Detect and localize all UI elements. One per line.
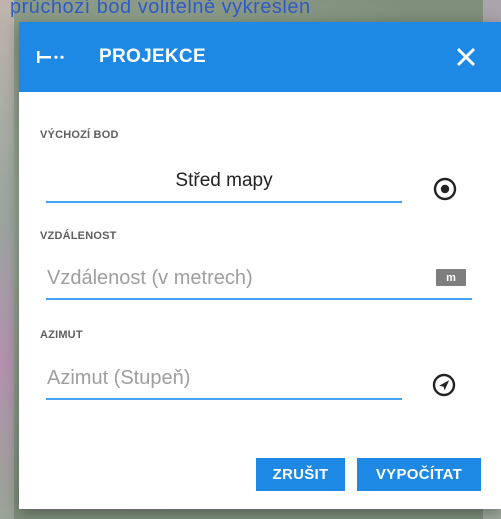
start-point-label: VÝCHOZÍ BOD bbox=[40, 129, 119, 141]
cancel-button[interactable]: ZRUŠIT bbox=[256, 458, 345, 491]
distance-placeholder: Vzdálenost (v metrech) bbox=[47, 266, 253, 289]
target-icon[interactable] bbox=[432, 176, 458, 202]
azimuth-input[interactable]: Azimut (Stupeň) bbox=[46, 358, 402, 400]
map-label: průchozí bod volitelně vykreslen bbox=[10, 0, 311, 18]
navigation-icon[interactable] bbox=[431, 372, 457, 398]
unit-badge: m bbox=[436, 269, 466, 286]
calculate-button[interactable]: VYPOČÍTAT bbox=[357, 458, 481, 491]
projection-dialog: PROJEKCE VÝCHOZÍ BOD Střed mapy VZDÁLENO… bbox=[19, 22, 501, 509]
azimuth-placeholder: Azimut (Stupeň) bbox=[47, 366, 191, 389]
dialog-title: PROJEKCE bbox=[99, 46, 206, 67]
map-edge-left bbox=[0, 0, 14, 519]
start-point-value: Střed mapy bbox=[175, 170, 273, 191]
azimuth-label: AZIMUT bbox=[40, 329, 83, 341]
distance-label: VZDÁLENOST bbox=[40, 230, 117, 242]
start-point-field[interactable]: Střed mapy bbox=[46, 161, 402, 203]
projection-icon bbox=[37, 49, 65, 65]
close-icon[interactable] bbox=[453, 44, 479, 70]
distance-input[interactable]: Vzdálenost (v metrech) bbox=[46, 258, 472, 300]
dialog-header: PROJEKCE bbox=[19, 22, 501, 92]
